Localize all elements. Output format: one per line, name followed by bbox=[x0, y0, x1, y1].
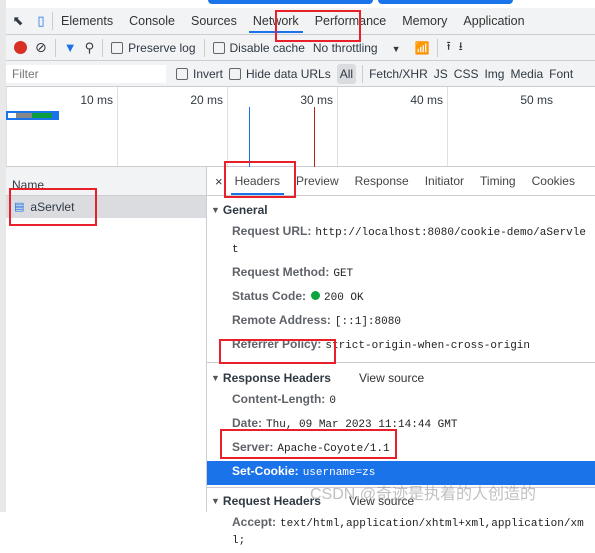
network-conditions-icon[interactable]: 📶 bbox=[415, 41, 430, 55]
export-har-icon[interactable]: ⭳ bbox=[459, 37, 463, 58]
tab-preview[interactable]: Preview bbox=[288, 167, 347, 196]
header-key: Content-Length: bbox=[232, 392, 326, 406]
tick-label: 50 ms bbox=[520, 93, 553, 107]
checkbox-icon bbox=[212, 42, 225, 55]
tab-memory[interactable]: Memory bbox=[394, 8, 455, 35]
chevron-down-icon: ▼ bbox=[391, 43, 401, 54]
disable-cache-checkbox[interactable]: Disable cache bbox=[212, 40, 305, 55]
filter-icon[interactable]: ▼ bbox=[64, 40, 77, 55]
page-button-edge bbox=[208, 0, 373, 4]
section-title: Response Headers bbox=[222, 371, 331, 385]
tab-cookies[interactable]: Cookies bbox=[524, 167, 583, 196]
section-title: Request Headers bbox=[222, 494, 321, 508]
annotation-box bbox=[224, 161, 296, 198]
watermark: CSDN @奇迹是执着的人创造的 bbox=[310, 486, 537, 503]
page-button-edge bbox=[378, 0, 513, 4]
header-value: 200 OK bbox=[324, 292, 364, 304]
tab-console[interactable]: Console bbox=[121, 8, 183, 35]
response-headers-section-header[interactable]: ▼ Response Headers View source bbox=[207, 367, 595, 389]
header-key: Request URL: bbox=[232, 224, 312, 238]
annotation-box bbox=[220, 429, 397, 459]
checkbox-icon bbox=[229, 68, 242, 81]
divider bbox=[54, 38, 56, 57]
import-har-icon[interactable]: ⭱ bbox=[446, 37, 450, 58]
tick-label: 30 ms bbox=[300, 93, 333, 107]
load-line bbox=[314, 107, 315, 167]
general-section-header[interactable]: ▼ General bbox=[207, 199, 595, 221]
triangle-down-icon: ▼ bbox=[211, 496, 220, 506]
header-row: Remote Address: [::1]:8080 bbox=[207, 310, 595, 334]
invert-checkbox[interactable]: Invert bbox=[176, 67, 223, 81]
tick-label: 10 ms bbox=[80, 93, 113, 107]
header-key: Date: bbox=[232, 416, 263, 430]
header-value: text/html,application/xhtml+xml,applicat… bbox=[232, 518, 584, 547]
filter-type-font[interactable]: Font bbox=[549, 67, 573, 81]
tab-elements[interactable]: Elements bbox=[53, 8, 121, 35]
header-row: Request URL: http://localhost:8080/cookie… bbox=[207, 221, 595, 262]
header-value: GET bbox=[333, 268, 354, 280]
header-key: Remote Address: bbox=[232, 313, 331, 327]
hide-data-urls-checkbox[interactable]: Hide data URLs bbox=[229, 67, 331, 81]
section-title: General bbox=[222, 203, 268, 217]
header-row: Status Code: 200 OK bbox=[207, 286, 595, 310]
clear-icon[interactable]: ⊘ bbox=[35, 39, 47, 56]
filter-bar: Invert Hide data URLs All Fetch/XHR JS C… bbox=[6, 61, 595, 87]
network-overview[interactable]: 10 ms 20 ms 30 ms 40 ms 50 ms bbox=[6, 87, 595, 167]
divider bbox=[437, 38, 439, 57]
preserve-log-checkbox[interactable]: Preserve log bbox=[111, 40, 196, 55]
request-bar bbox=[6, 111, 59, 120]
triangle-down-icon: ▼ bbox=[211, 205, 220, 215]
preserve-log-label: Preserve log bbox=[128, 40, 196, 55]
annotation-box bbox=[9, 188, 97, 226]
tab-application[interactable]: Application bbox=[455, 8, 532, 35]
filter-type-img[interactable]: Img bbox=[484, 67, 504, 81]
tab-timing[interactable]: Timing bbox=[472, 167, 524, 196]
header-row: Request Method: GET bbox=[207, 262, 595, 286]
divider bbox=[203, 38, 205, 57]
device-toolbar-icon[interactable]: ▯ bbox=[30, 13, 52, 29]
header-value: strict-origin-when-cross-origin bbox=[325, 340, 531, 352]
invert-label: Invert bbox=[193, 66, 224, 81]
annotation-box bbox=[219, 339, 336, 364]
header-key: Set-Cookie: bbox=[232, 464, 299, 478]
filter-type-all[interactable]: All bbox=[336, 63, 357, 84]
checkbox-icon bbox=[111, 42, 124, 55]
hide-data-urls-label: Hide data URLs bbox=[246, 66, 331, 81]
tab-initiator[interactable]: Initiator bbox=[417, 167, 472, 196]
throttling-value: No throttling bbox=[312, 40, 378, 55]
checkbox-icon bbox=[176, 68, 188, 81]
filter-type-fetch-xhr[interactable]: Fetch/XHR bbox=[369, 67, 428, 81]
tab-response[interactable]: Response bbox=[347, 167, 417, 196]
disable-cache-label: Disable cache bbox=[229, 40, 305, 55]
status-ok-icon bbox=[311, 291, 321, 300]
header-value: 0 bbox=[329, 395, 336, 407]
header-key: Status Code: bbox=[232, 289, 307, 303]
header-row: Content-Length: 0 bbox=[207, 389, 595, 413]
filter-input[interactable] bbox=[6, 64, 166, 83]
tab-sources[interactable]: Sources bbox=[183, 8, 245, 35]
search-icon[interactable]: ⚲ bbox=[85, 40, 95, 56]
dom-content-loaded-line bbox=[249, 107, 250, 167]
filter-type-media[interactable]: Media bbox=[510, 67, 543, 81]
header-value: [::1]:8080 bbox=[334, 316, 401, 328]
filter-type-js[interactable]: JS bbox=[434, 67, 448, 81]
header-value: username=zs bbox=[302, 467, 376, 479]
header-key: Request Method: bbox=[232, 265, 330, 279]
tick-label: 20 ms bbox=[190, 93, 223, 107]
annotation-box bbox=[275, 10, 361, 42]
filter-type-css[interactable]: CSS bbox=[454, 67, 479, 81]
divider bbox=[102, 38, 104, 57]
header-row: Accept: text/html,application/xhtml+xml,a… bbox=[207, 512, 595, 553]
divider bbox=[362, 64, 364, 83]
triangle-down-icon: ▼ bbox=[211, 373, 220, 383]
tick-label: 40 ms bbox=[410, 93, 443, 107]
view-source-link[interactable]: View source bbox=[359, 367, 424, 389]
record-icon[interactable] bbox=[14, 41, 27, 54]
throttling-select[interactable]: No throttling ▼ bbox=[313, 41, 401, 55]
inspect-element-icon[interactable]: ⬉ bbox=[6, 13, 30, 29]
header-key: Accept: bbox=[232, 515, 277, 529]
